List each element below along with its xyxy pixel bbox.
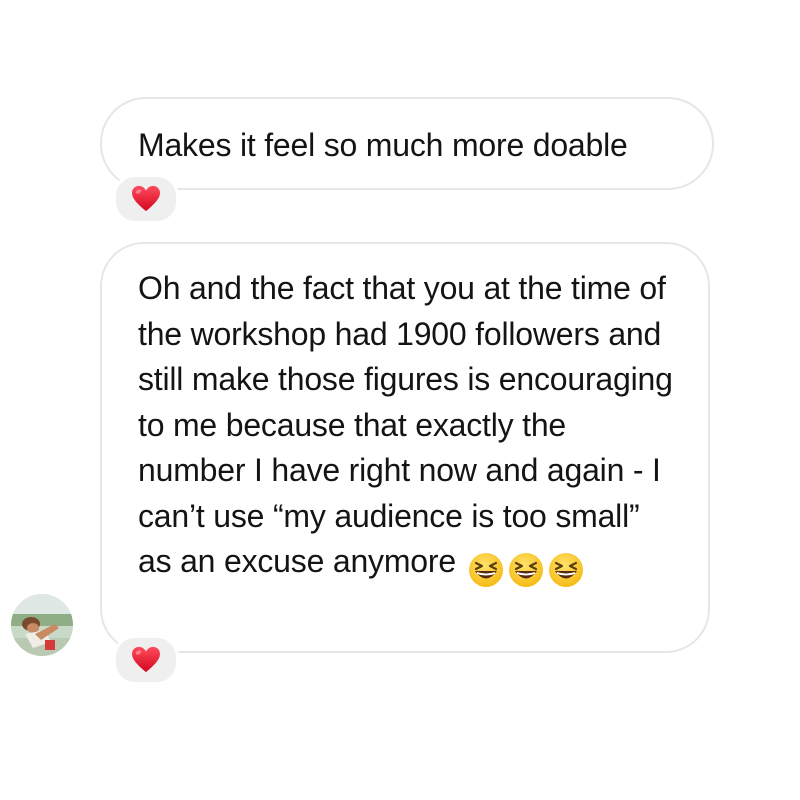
grinning-squinting-face-icon <box>548 552 583 587</box>
grinning-squinting-face-icon <box>508 552 543 587</box>
avatar[interactable] <box>11 594 73 656</box>
message-text: Makes it feel so much more doable <box>138 127 628 163</box>
message-bubble[interactable]: Makes it feel so much more doable <box>100 97 714 190</box>
emoji-group <box>464 545 584 591</box>
reaction-badge[interactable] <box>113 174 179 224</box>
heart-icon <box>132 646 160 673</box>
avatar-photo <box>11 594 73 656</box>
heart-icon <box>132 185 160 212</box>
message-bubble[interactable]: Oh and the fact that you at the time of … <box>100 242 710 653</box>
reaction-badge[interactable] <box>113 635 179 685</box>
grinning-squinting-face-icon <box>468 552 503 587</box>
message-text: Oh and the fact that you at the time of … <box>138 270 673 579</box>
